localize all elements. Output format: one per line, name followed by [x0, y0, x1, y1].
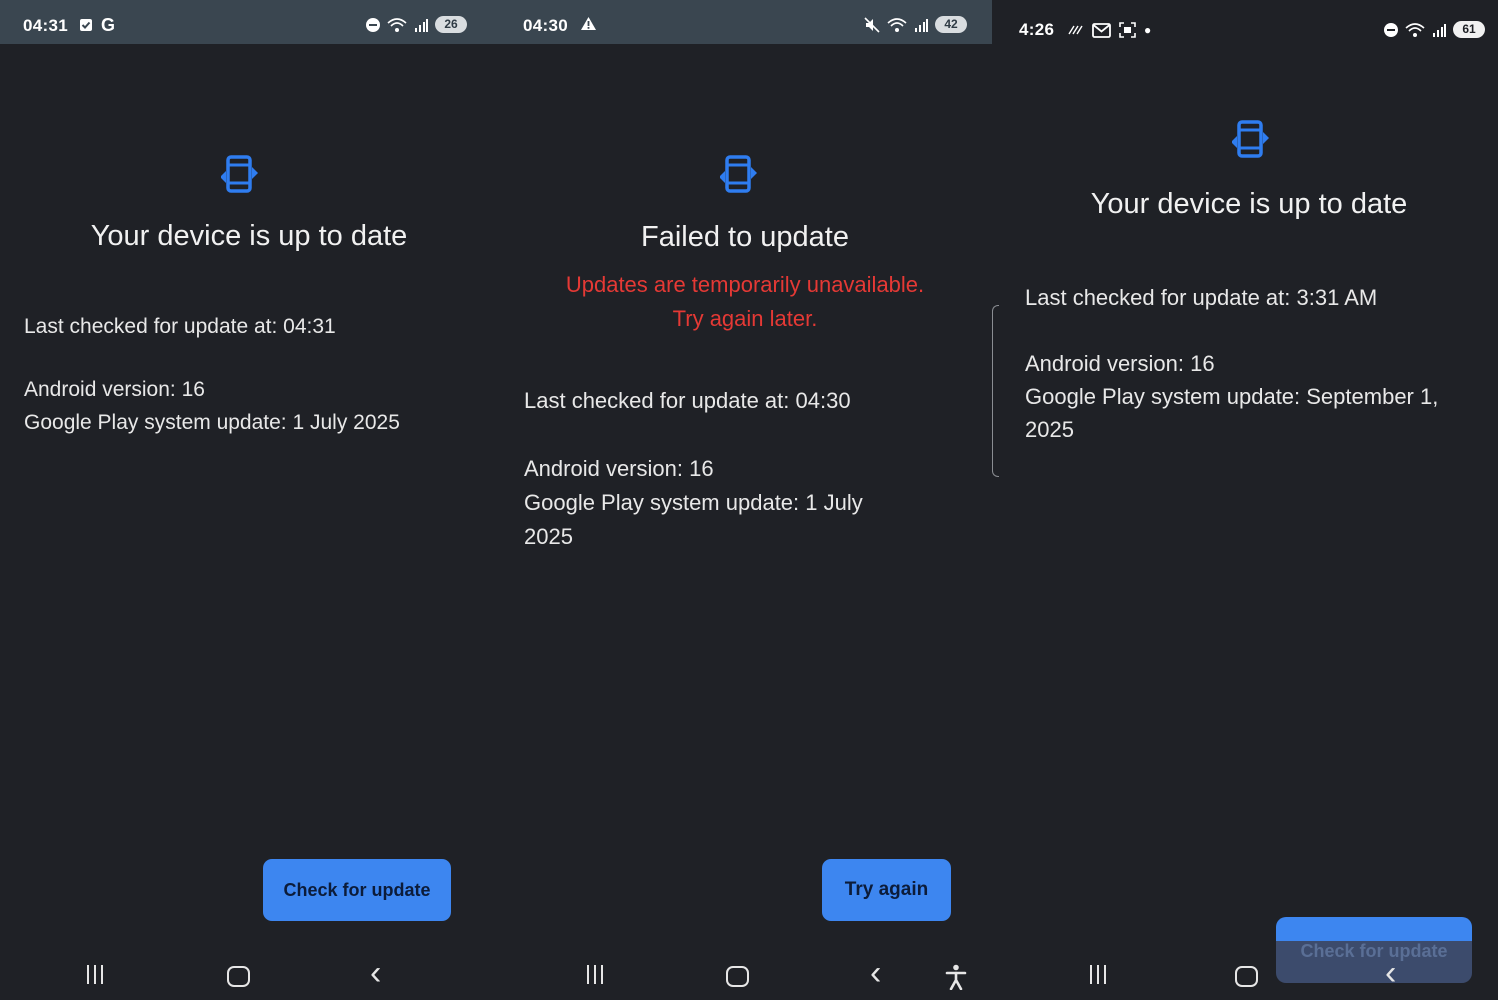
play-system-update-text: Google Play system update: September 1, [1025, 384, 1439, 409]
status-right-icons: 26 [366, 16, 467, 33]
status-time: 04:31 [23, 16, 68, 35]
status-time: 4:26 [1019, 20, 1055, 39]
warning-icon [581, 17, 596, 30]
back-button[interactable]: ‹ [870, 956, 881, 990]
error-line-2: Try again later. [672, 306, 818, 331]
last-checked-text: Last checked for update at: 04:31 [24, 315, 336, 338]
system-update-icon [720, 155, 757, 193]
dot-icon: ● [1144, 23, 1152, 37]
signal-icon [915, 18, 928, 32]
android-version-text: Android version: 16 [524, 456, 714, 481]
system-update-icon [221, 155, 258, 193]
status-left-icons [580, 16, 597, 31]
update-info: Last checked for update at: 04:31 Androi… [24, 310, 400, 439]
play-system-update-text: Google Play system update: 1 July 2025 [24, 411, 400, 434]
gmail-icon [1092, 22, 1111, 38]
status-left-icons: G [79, 16, 115, 34]
battery-indicator: 26 [435, 16, 467, 33]
mute-icon [864, 16, 880, 33]
signal-icon [1433, 23, 1446, 37]
last-checked-text: Last checked for update at: 3:31 AM [1025, 285, 1378, 310]
screen-up-to-date-1: 04:31 G 26 Your device is up to date Las… [0, 0, 498, 1000]
recents-button[interactable] [1090, 965, 1106, 984]
navigation-bar: ‹ [498, 950, 992, 1000]
battery-indicator: 61 [1453, 21, 1485, 38]
status-bar: 04:30 42 [498, 0, 992, 44]
back-button[interactable]: ‹ [370, 956, 381, 990]
play-system-update-year: 2025 [524, 524, 573, 549]
error-message: Updates are temporarily unavailable. Try… [498, 268, 992, 336]
status-right-icons: 42 [864, 16, 967, 33]
home-button[interactable] [726, 966, 749, 987]
status-time: 04:30 [523, 16, 568, 35]
screenshot-icon [1119, 22, 1136, 38]
status-left-icons: ● [1068, 21, 1151, 39]
three-phone-screenshots: 04:31 G 26 Your device is up to date Las… [0, 0, 1500, 1000]
try-again-button[interactable]: Try again [822, 859, 951, 921]
signal-icon [415, 18, 428, 32]
screen-failed-to-update: 04:30 42 Failed to update Updates are te… [498, 0, 992, 1000]
do-not-disturb-icon [366, 17, 380, 32]
check-for-update-button[interactable]: Check for update [263, 859, 451, 921]
update-info: Last checked for update at: 3:31 AM Andr… [1025, 281, 1438, 446]
page-title: Your device is up to date [90, 220, 408, 252]
screen-up-to-date-2: 4:26 ● 61 Your device is up to date Last… [992, 0, 1498, 1000]
android-version-text: Android version: 16 [24, 378, 205, 401]
navigation-bar: ‹ [0, 950, 498, 1000]
play-system-update-text: Google Play system update: 1 July [524, 490, 863, 515]
back-button[interactable]: ‹ [1385, 956, 1396, 990]
battery-indicator: 42 [935, 16, 967, 33]
play-system-update-year: 2025 [1025, 417, 1074, 442]
call-forward-icon [1068, 25, 1083, 35]
do-not-disturb-icon [1384, 22, 1398, 37]
status-right-icons: 61 [1384, 21, 1485, 38]
page-title: Failed to update [641, 221, 849, 253]
wifi-icon [887, 17, 907, 32]
android-version-text: Android version: 16 [1025, 351, 1215, 376]
recents-button[interactable] [87, 965, 103, 984]
wifi-icon [387, 17, 407, 32]
accessibility-icon[interactable] [945, 964, 967, 990]
checkbox-icon [80, 19, 92, 31]
navigation-bar: ‹ [992, 950, 1498, 1000]
page-title: Your device is up to date [1090, 188, 1408, 220]
google-g-icon: G [101, 15, 116, 35]
status-bar: 04:31 G 26 [0, 0, 498, 44]
recents-button[interactable] [587, 965, 603, 984]
wifi-icon [1405, 22, 1425, 37]
error-line-1: Updates are temporarily unavailable. [565, 272, 925, 297]
home-button[interactable] [1235, 966, 1258, 987]
status-bar: 4:26 ● 61 [992, 0, 1498, 60]
update-info: Last checked for update at: 04:30 Androi… [524, 384, 863, 554]
scroll-edge-indicator [992, 305, 999, 477]
system-update-icon [1232, 120, 1269, 158]
home-button[interactable] [227, 966, 250, 987]
last-checked-text: Last checked for update at: 04:30 [524, 388, 851, 413]
